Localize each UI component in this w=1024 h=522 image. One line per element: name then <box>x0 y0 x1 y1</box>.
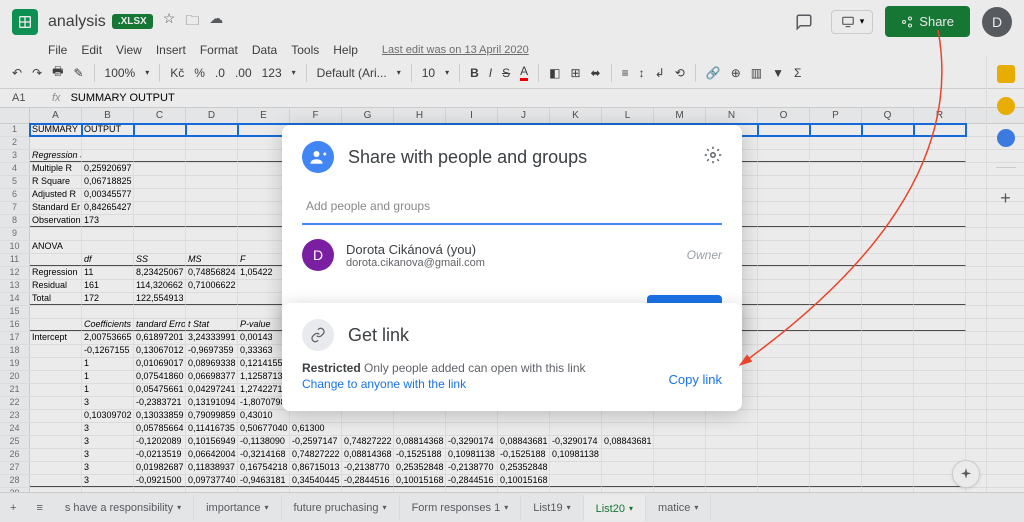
person-add-icon <box>302 141 334 173</box>
get-link-panel: Get link Restricted Only people added ca… <box>282 303 742 411</box>
change-access-link[interactable]: Change to anyone with the link <box>302 377 466 391</box>
person-email: dorota.cikanova@gmail.com <box>346 257 687 269</box>
gear-icon[interactable] <box>704 146 722 169</box>
share-modal-title: Share with people and groups <box>348 147 704 168</box>
person-name: Dorota Cikánová (you) <box>346 242 687 257</box>
copy-link-button[interactable]: Copy link <box>669 372 722 387</box>
add-people-input[interactable]: Add people and groups <box>302 189 722 225</box>
owner-label: Owner <box>687 248 722 262</box>
get-link-title: Get link <box>348 325 409 346</box>
restricted-label: Restricted <box>302 361 361 375</box>
restricted-desc: Only people added can open with this lin… <box>361 361 586 375</box>
person-avatar: D <box>302 239 334 271</box>
link-icon <box>302 319 334 351</box>
